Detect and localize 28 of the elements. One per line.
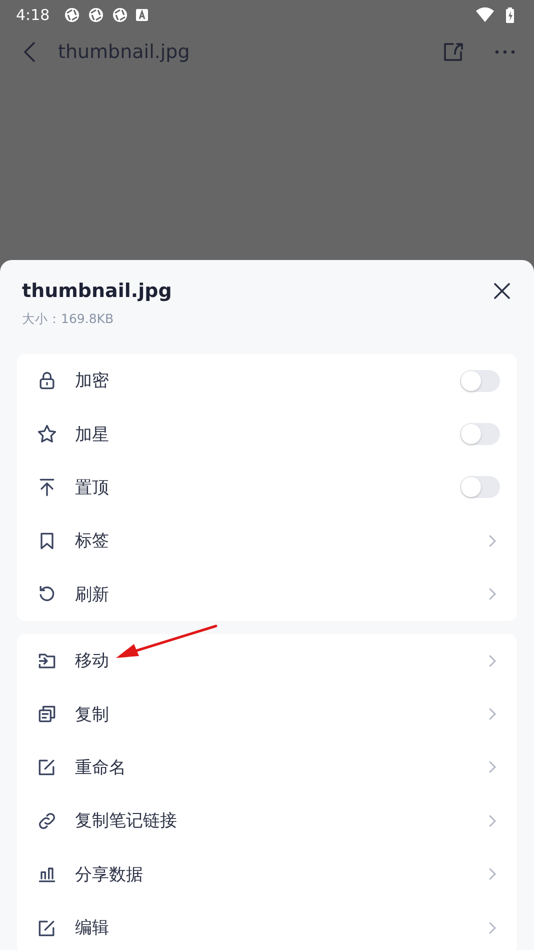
menu-item[interactable]: 复制笔记链接 xyxy=(17,794,517,848)
menu-item[interactable]: 加密 xyxy=(17,354,517,408)
menu-item[interactable]: 分享数据 xyxy=(17,848,517,901)
toggle-switch[interactable] xyxy=(460,476,500,498)
menu-item[interactable]: 复制 xyxy=(17,687,517,741)
menu-item[interactable]: 置顶 xyxy=(17,460,517,514)
menu-item[interactable]: 重命名 xyxy=(17,740,517,794)
menu-item[interactable]: 编辑 xyxy=(17,900,517,950)
page-title: thumbnail.jpg xyxy=(58,41,191,63)
more-button[interactable] xyxy=(494,49,516,55)
star-icon xyxy=(36,423,58,446)
share-button[interactable] xyxy=(442,41,464,63)
app-notification-icon xyxy=(88,7,104,23)
app-notification-icon xyxy=(64,7,80,23)
file-size: 大小：169.8KB xyxy=(21,310,115,328)
menu-item[interactable]: 标签 xyxy=(17,514,517,568)
sheet-title: thumbnail.jpg xyxy=(22,280,173,302)
menu-item[interactable]: 刷新 xyxy=(17,568,517,621)
menu-item[interactable]: 移动 xyxy=(17,634,517,688)
keyboard-notification-icon xyxy=(136,9,148,21)
status-time: 4:18 xyxy=(16,6,50,24)
app-notification-icon xyxy=(112,7,128,23)
toggle-switch[interactable] xyxy=(460,370,500,392)
wifi-icon xyxy=(476,6,494,24)
more-icon xyxy=(494,49,516,55)
close-button[interactable] xyxy=(492,281,512,301)
toggle-switch[interactable] xyxy=(460,423,500,446)
menu-item[interactable]: 加星 xyxy=(17,407,517,461)
